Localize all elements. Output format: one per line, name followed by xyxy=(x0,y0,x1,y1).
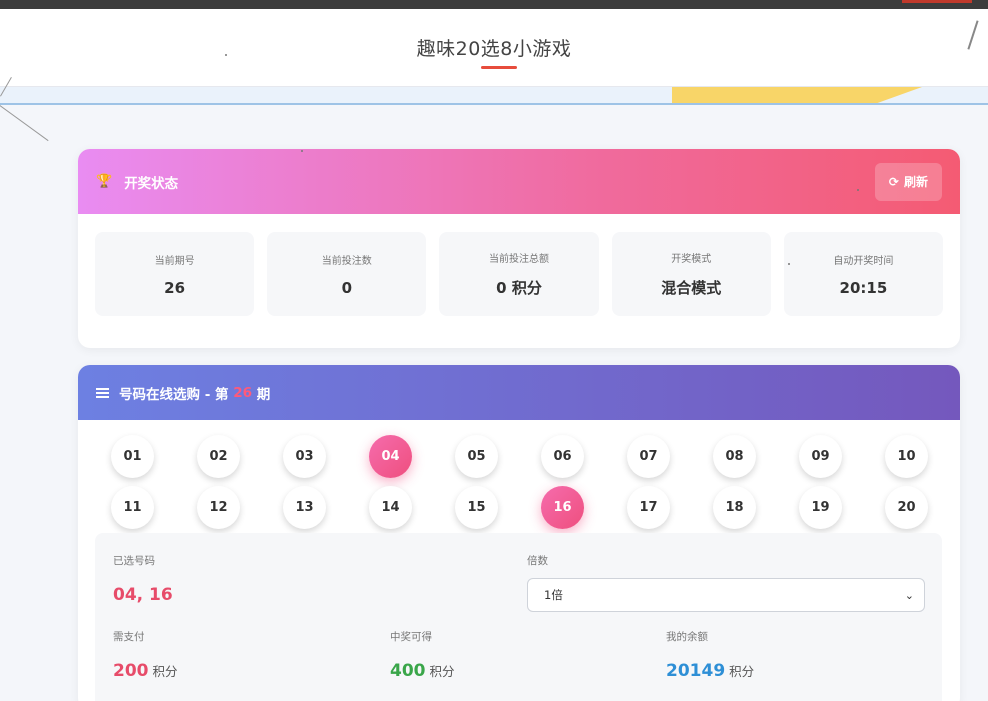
stat-bet-count: 当前投注数 0 xyxy=(267,232,427,316)
number-ball-03[interactable]: 03 xyxy=(283,435,326,478)
draw-status-header: 🏆 开奖状态 ⟳ 刷新 xyxy=(78,149,960,214)
pay-label: 需支付 xyxy=(113,631,145,643)
decorative-yellow-shape xyxy=(672,87,922,103)
balance-amount: 20149 积分 xyxy=(666,661,754,681)
selected-numbers-value: 04, 16 xyxy=(113,585,173,605)
number-ball-20[interactable]: 20 xyxy=(885,486,928,529)
number-ball-17[interactable]: 17 xyxy=(627,486,670,529)
chevron-down-icon: ⌄ xyxy=(904,588,914,602)
stat-value: 26 xyxy=(164,278,186,297)
decorative-line xyxy=(0,105,49,142)
number-ball-12[interactable]: 12 xyxy=(197,486,240,529)
decorative-dot xyxy=(225,54,227,56)
number-ball-16[interactable]: 16 xyxy=(541,486,584,529)
number-ball-05[interactable]: 05 xyxy=(455,435,498,478)
stat-current-period: 当前期号 26 xyxy=(95,232,255,316)
stat-label: 开奖模式 xyxy=(671,254,712,265)
win-label: 中奖可得 xyxy=(390,631,432,643)
draw-status-title: 开奖状态 xyxy=(124,175,179,192)
refresh-button[interactable]: ⟳ 刷新 xyxy=(874,162,942,201)
stat-label: 当前期号 xyxy=(154,255,195,267)
number-ball-grid: 01 02 03 04 05 06 07 08 09 10 11 12 13 14 15 16 17 18 19 2… xyxy=(78,420,960,529)
number-selection-header: 号码在线选购 - 第 26 期 xyxy=(78,365,960,420)
stat-value: 混合模式 xyxy=(661,279,722,297)
multiplier-label: 倍数 xyxy=(527,555,548,567)
balance-label: 我的余额 xyxy=(666,631,708,643)
draw-status-card: 🏆 开奖状态 ⟳ 刷新 当前期号 26 当前投注数 0 当前投注总额 0 积分 … xyxy=(78,149,960,348)
multiplier-value: 1倍 xyxy=(544,588,563,602)
number-ball-07[interactable]: 07 xyxy=(627,435,670,478)
page-title-text: 趣味20选8小游戏 xyxy=(416,38,572,60)
page-header: 趣味20选8小游戏 xyxy=(0,9,988,87)
multiplier-select[interactable]: 1倍 ⌄ xyxy=(527,578,925,612)
stat-draw-mode: 开奖模式 混合模式 xyxy=(611,232,771,316)
trophy-icon: 🏆 xyxy=(96,174,113,189)
number-ball-09[interactable]: 09 xyxy=(799,435,842,478)
stat-bet-total: 当前投注总额 0 积分 xyxy=(439,232,599,316)
pay-amount: 200 积分 xyxy=(113,661,178,681)
list-icon xyxy=(96,387,109,398)
order-summary: 已选号码 04, 16 倍数 1倍 ⌄ 需支付 中奖可得 我的余额 200 积分 … xyxy=(95,533,942,701)
refresh-label: 刷新 xyxy=(903,175,928,189)
browser-top-strip xyxy=(0,0,988,9)
number-ball-01[interactable]: 01 xyxy=(111,435,154,478)
win-value: 400 xyxy=(390,661,426,681)
selected-numbers-label: 已选号码 xyxy=(113,555,155,567)
number-ball-08[interactable]: 08 xyxy=(713,435,756,478)
pay-unit: 积分 xyxy=(152,664,178,679)
stat-value: 0 xyxy=(341,278,353,297)
ball-row-1: 01 02 03 04 05 06 07 08 09 10 xyxy=(78,435,960,478)
stats-row: 当前期号 26 当前投注数 0 当前投注总额 0 积分 开奖模式 混合模式 自动… xyxy=(78,214,960,316)
stat-label: 当前投注总额 xyxy=(489,254,549,265)
number-ball-14[interactable]: 14 xyxy=(369,486,412,529)
decorative-dot xyxy=(788,263,790,265)
stat-value: 20:15 xyxy=(839,278,888,297)
stat-label: 当前投注数 xyxy=(321,255,372,267)
refresh-icon: ⟳ xyxy=(888,174,899,189)
number-ball-13[interactable]: 13 xyxy=(283,486,326,529)
balance-unit: 积分 xyxy=(729,664,755,679)
number-ball-04[interactable]: 04 xyxy=(369,435,412,478)
number-selection-card: 号码在线选购 - 第 26 期 01 02 03 04 05 06 07 08 09 10 11 1… xyxy=(78,365,960,701)
win-unit: 积分 xyxy=(429,664,455,679)
decorative-dot xyxy=(301,150,303,152)
top-strip-accent xyxy=(902,0,972,3)
balance-value: 20149 xyxy=(666,661,726,681)
number-ball-06[interactable]: 06 xyxy=(541,435,584,478)
title-underline xyxy=(480,66,517,69)
decorative-band xyxy=(0,87,988,105)
stat-value: 0 积分 xyxy=(496,279,542,297)
draw-status-title-group: 🏆 开奖状态 xyxy=(96,172,178,192)
selection-title-prefix: 号码在线选购 - 第 xyxy=(119,386,229,403)
number-ball-10[interactable]: 10 xyxy=(885,435,928,478)
number-ball-15[interactable]: 15 xyxy=(455,486,498,529)
stat-auto-draw-time: 自动开奖时间 20:15 xyxy=(783,232,944,316)
number-ball-02[interactable]: 02 xyxy=(197,435,240,478)
ball-row-2: 11 12 13 14 15 16 17 18 19 20 xyxy=(78,486,960,529)
decorative-dot xyxy=(857,189,859,191)
selection-title-suffix: 期 xyxy=(256,386,271,403)
page-title: 趣味20选8小游戏 xyxy=(416,34,572,69)
number-ball-18[interactable]: 18 xyxy=(713,486,756,529)
number-ball-19[interactable]: 19 xyxy=(799,486,842,529)
stat-label: 自动开奖时间 xyxy=(833,255,894,267)
number-ball-11[interactable]: 11 xyxy=(111,486,154,529)
pay-value: 200 xyxy=(113,661,149,681)
win-amount: 400 积分 xyxy=(390,661,455,681)
selection-period: 26 xyxy=(233,384,253,401)
